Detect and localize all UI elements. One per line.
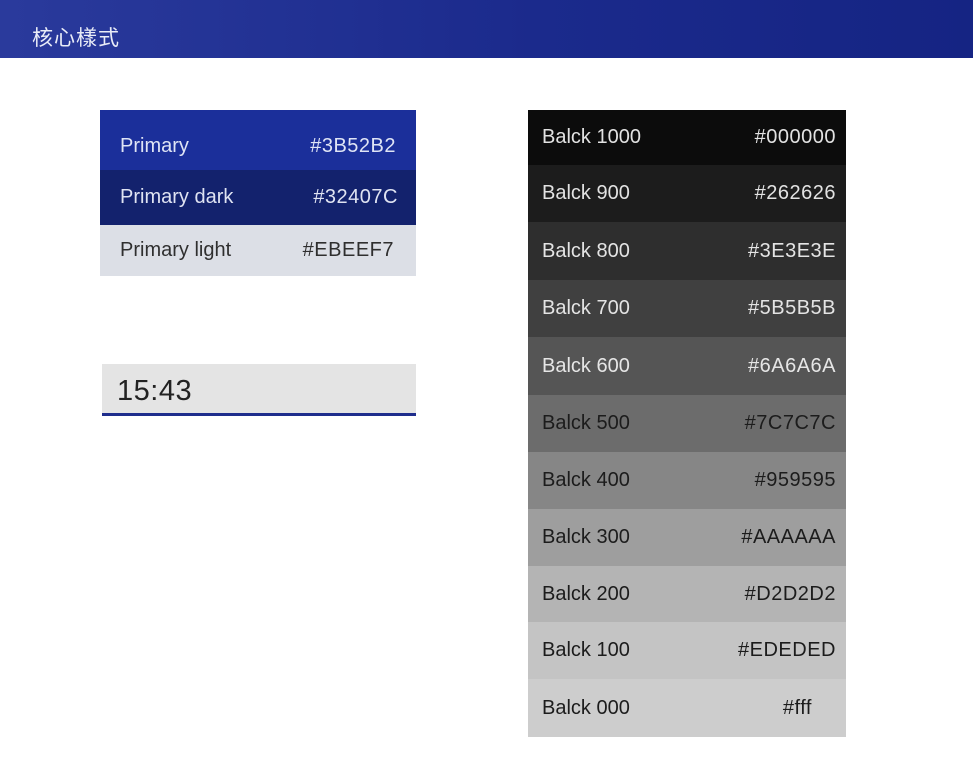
swatch-name: Balck 900 [542, 182, 630, 204]
swatch-name: Balck 1000 [542, 126, 641, 148]
page-title: 核心樣式 [32, 26, 120, 50]
swatch-hex: #AAAAAA [741, 526, 836, 548]
swatch-hex: #7C7C7C [744, 412, 836, 434]
swatch-name: Balck 100 [542, 639, 630, 661]
gray-swatch: Balck 200 #D2D2D2 [528, 566, 846, 622]
primary-swatch: Primary #3B52B2 [100, 110, 416, 170]
gray-swatch: Balck 500 #7C7C7C [528, 395, 846, 452]
gray-swatch: Balck 1000 #000000 [528, 110, 846, 165]
swatch-hex: #959595 [754, 469, 836, 491]
swatch-name: Primary dark [120, 186, 234, 208]
swatch-name: Balck 200 [542, 582, 630, 605]
swatch-hex: #262626 [754, 182, 836, 204]
swatch-hex: #000000 [754, 126, 836, 148]
swatch-hex: #fff [782, 696, 812, 719]
swatch-hex: #D2D2D2 [744, 582, 836, 605]
gray-swatch: Balck 400 #959595 [528, 452, 846, 509]
swatch-hex: #5B5B5B [747, 297, 836, 319]
primary-dark-swatch: Primary dark #32407C [100, 170, 416, 225]
primary-palette: Primary #3B52B2 Primary dark #32407C Pri… [100, 110, 416, 276]
gray-swatch: Balck 600 #6A6A6A [528, 337, 846, 395]
primary-light-swatch: Primary light #EBEEF7 [100, 225, 416, 276]
swatch-hex: #32407C [313, 186, 398, 208]
gray-swatch: Balck 300 #AAAAAA [528, 509, 846, 566]
gray-swatch: Balck 700 #5B5B5B [528, 280, 846, 337]
gray-swatch: Balck 800 #3E3E3E [528, 222, 846, 280]
header-bar: 核心樣式 [0, 0, 973, 58]
swatch-hex: #3B52B2 [310, 134, 396, 157]
swatch-name: Balck 700 [542, 297, 630, 319]
gray-scale-palette: Balck 1000 #000000 Balck 900 #262626 Balck 8… [528, 110, 846, 737]
time-input-sample: 15:43 [102, 364, 416, 416]
gray-swatch: Balck 000 #fff [528, 679, 846, 737]
swatch-name: Primary light [120, 239, 232, 261]
swatch-hex: #6A6A6A [747, 354, 836, 377]
swatch-hex: #3E3E3E [747, 239, 836, 262]
swatch-name: Balck 000 [542, 696, 630, 719]
time-text: 15:43 [117, 375, 193, 407]
swatch-hex: #EDEDED [738, 639, 836, 661]
swatch-name: Balck 400 [542, 469, 630, 491]
swatch-name: Balck 800 [542, 239, 630, 262]
swatch-name: Balck 600 [542, 354, 630, 377]
swatch-name: Balck 300 [542, 526, 630, 548]
gray-swatch: Balck 900 #262626 [528, 165, 846, 222]
gray-swatch: Balck 100 #EDEDED [528, 622, 846, 679]
swatch-name: Balck 500 [542, 412, 630, 434]
swatch-hex: #EBEEF7 [302, 239, 394, 261]
swatch-name: Primary [120, 134, 189, 157]
